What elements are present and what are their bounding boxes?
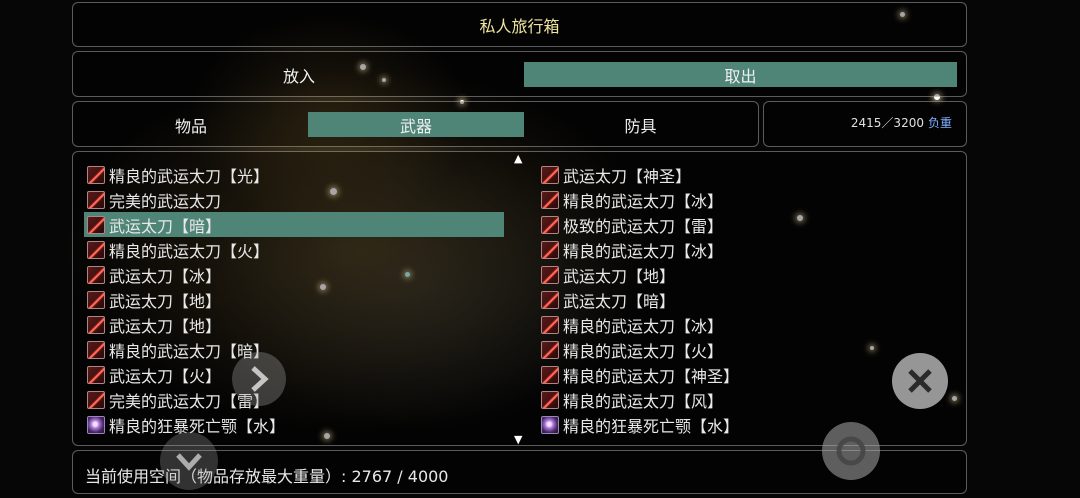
item-name: 武运太刀【地】 — [563, 266, 676, 286]
window-title: 私人旅行箱 — [72, 2, 967, 47]
list-item[interactable]: 武运太刀【地】 — [84, 287, 504, 312]
list-item[interactable]: 武运太刀【暗】 — [538, 287, 958, 312]
list-item[interactable]: 武运太刀【冰】 — [84, 262, 504, 287]
item-name: 武运太刀【暗】 — [109, 216, 222, 236]
item-name: 精良的狂暴死亡颚【水】 — [563, 416, 740, 436]
tab-items-label: 物品 — [174, 116, 207, 136]
item-name: 完美的武运太刀 — [109, 191, 222, 211]
list-item[interactable]: 精良的狂暴死亡颚【水】 — [84, 412, 504, 437]
scroll-down-icon[interactable]: ▼ — [514, 433, 522, 446]
tab-weapons[interactable]: 武器 — [308, 112, 524, 137]
chevron-left-icon[interactable] — [232, 352, 286, 406]
list-item[interactable]: 精良的武运太刀【光】 — [84, 162, 504, 187]
blade-icon — [87, 340, 105, 359]
blade-icon — [87, 390, 105, 409]
blade-icon — [87, 290, 105, 309]
scroll-up-icon[interactable]: ▲ — [514, 152, 522, 165]
orb-icon — [541, 415, 559, 434]
item-list-panel[interactable]: ▲ 精良的武运太刀【光】 完美的武运太刀 武运太刀【暗】 精良的武运太刀【火】 武运太刀… — [72, 151, 967, 446]
item-name: 精良的武运太刀【冰】 — [563, 191, 724, 211]
item-name: 武运太刀【暗】 — [563, 291, 676, 311]
item-name: 精良的武运太刀【神圣】 — [563, 366, 740, 386]
list-item[interactable]: 武运太刀【暗】 — [84, 212, 504, 237]
weight-panel: 2415／3200 负重 — [763, 101, 967, 147]
put-in-button[interactable]: 放入 — [123, 62, 475, 87]
blade-icon — [87, 315, 105, 334]
ring-icon[interactable] — [822, 422, 880, 480]
list-item[interactable]: 精良的武运太刀【火】 — [538, 337, 958, 362]
list-item[interactable]: 极致的武运太刀【雷】 — [538, 212, 958, 237]
tab-items[interactable]: 物品 — [75, 112, 307, 137]
list-item[interactable]: 精良的狂暴死亡颚【水】 — [538, 412, 958, 437]
list-item[interactable]: 精良的武运太刀【冰】 — [538, 237, 958, 262]
blade-icon — [541, 265, 559, 284]
item-name: 武运太刀【冰】 — [109, 266, 222, 286]
list-item[interactable]: 精良的武运太刀【冰】 — [538, 187, 958, 212]
tab-weapons-label: 武器 — [399, 116, 432, 136]
put-in-label: 放入 — [282, 66, 315, 86]
list-item[interactable]: 武运太刀【神圣】 — [538, 162, 958, 187]
item-name: 精良的武运太刀【冰】 — [563, 241, 724, 261]
weight-label: 负重 — [927, 116, 952, 130]
list-item[interactable]: 完美的武运太刀【雷】 — [84, 387, 504, 412]
blade-icon — [541, 165, 559, 184]
list-item[interactable]: 精良的武运太刀【冰】 — [538, 312, 958, 337]
left-item-column: 精良的武运太刀【光】 完美的武运太刀 武运太刀【暗】精良的武运太刀【火】 武运太刀【冰… — [84, 162, 504, 437]
list-item[interactable]: 武运太刀【火】 — [84, 362, 504, 387]
item-name: 极致的武运太刀【雷】 — [563, 216, 724, 236]
item-name: 精良的武运太刀【冰】 — [563, 316, 724, 336]
weight-value: 2415／3200 — [850, 116, 924, 130]
category-tabs: 物品 武器 防具 — [72, 101, 759, 147]
blade-icon — [87, 240, 105, 259]
close-icon[interactable] — [892, 353, 948, 409]
right-item-column: 武运太刀【神圣】精良的武运太刀【冰】 极致的武运太刀【雷】 精良的武运太刀【冰】 武运… — [538, 162, 958, 437]
item-name: 武运太刀【神圣】 — [563, 166, 692, 186]
title-text: 私人旅行箱 — [479, 16, 560, 36]
list-item[interactable]: 精良的武运太刀【暗】 — [84, 337, 504, 362]
blade-icon — [541, 215, 559, 234]
item-name: 精良的武运太刀【火】 — [109, 241, 270, 261]
blade-icon — [541, 390, 559, 409]
action-bar: 放入 取出 — [72, 51, 967, 97]
list-item[interactable]: 武运太刀【地】 — [84, 312, 504, 337]
take-out-label: 取出 — [724, 66, 757, 86]
orb-icon — [87, 415, 105, 434]
item-name: 精良的武运太刀【火】 — [563, 341, 724, 361]
list-item[interactable]: 武运太刀【地】 — [538, 262, 958, 287]
blade-icon — [87, 215, 105, 234]
tab-armor-label: 防具 — [624, 116, 657, 136]
blade-icon — [541, 190, 559, 209]
chevron-down-icon[interactable] — [160, 432, 218, 490]
list-item[interactable]: 精良的武运太刀【火】 — [84, 237, 504, 262]
blade-icon — [541, 290, 559, 309]
take-out-button[interactable]: 取出 — [524, 62, 957, 87]
blade-icon — [87, 365, 105, 384]
weight-readout: 2415／3200 负重 — [851, 114, 952, 131]
blade-icon — [87, 165, 105, 184]
storage-usage-text: 当前使用空间（物品存放最大重量）: 2767 / 4000 — [85, 467, 449, 486]
blade-icon — [87, 190, 105, 209]
blade-icon — [541, 240, 559, 259]
list-item[interactable]: 完美的武运太刀 — [84, 187, 504, 212]
tab-armor[interactable]: 防具 — [528, 112, 753, 137]
item-name: 精良的武运太刀【光】 — [109, 166, 270, 186]
item-name: 精良的武运太刀【风】 — [563, 391, 724, 411]
item-name: 武运太刀【地】 — [109, 291, 222, 311]
blade-icon — [541, 340, 559, 359]
blade-icon — [541, 315, 559, 334]
item-name: 武运太刀【地】 — [109, 316, 222, 336]
item-name: 武运太刀【火】 — [109, 366, 222, 386]
blade-icon — [87, 265, 105, 284]
blade-icon — [541, 365, 559, 384]
